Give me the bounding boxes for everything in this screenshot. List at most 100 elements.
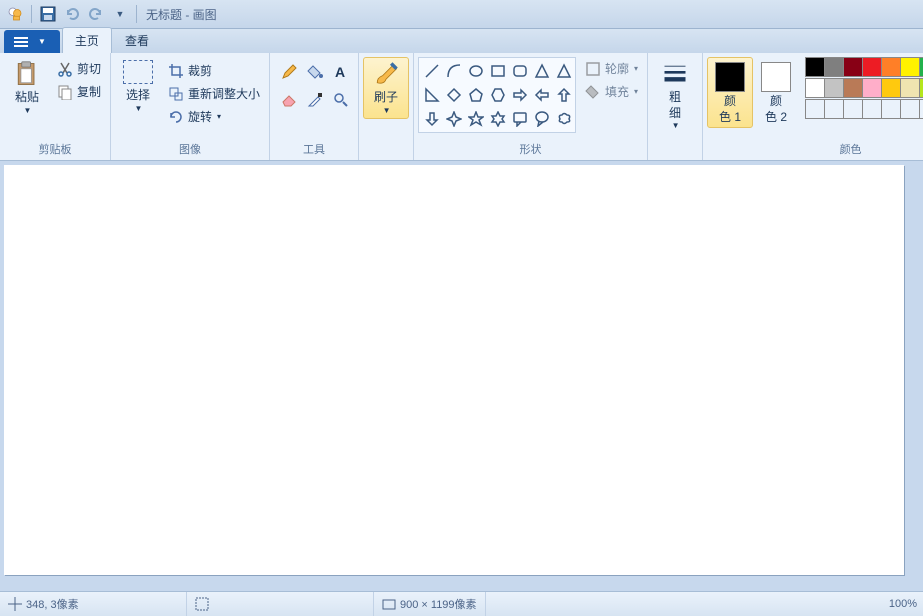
select-label: 选择 bbox=[126, 88, 150, 104]
palette-swatch[interactable] bbox=[900, 78, 920, 98]
palette-swatch[interactable] bbox=[805, 78, 825, 98]
palette-swatch[interactable] bbox=[805, 57, 825, 77]
palette-swatch[interactable] bbox=[862, 78, 882, 98]
shape-triangle[interactable] bbox=[552, 59, 576, 83]
shape-callout-cloud[interactable] bbox=[552, 107, 576, 131]
shape-line[interactable] bbox=[420, 59, 444, 83]
redo-button[interactable] bbox=[85, 3, 107, 25]
qat-customize-dropdown[interactable]: ▼ bbox=[109, 3, 131, 25]
shape-righttri[interactable] bbox=[420, 83, 444, 107]
group-clipboard-label: 剪贴板 bbox=[4, 139, 106, 160]
color1-swatch bbox=[715, 62, 745, 92]
shape-arrow-right[interactable] bbox=[508, 83, 532, 107]
dimensions-icon bbox=[382, 597, 396, 611]
file-tab[interactable]: ▼ bbox=[4, 30, 60, 53]
resize-button[interactable]: 重新调整大小 bbox=[163, 82, 265, 105]
select-button[interactable]: 选择 ▼ bbox=[115, 57, 161, 117]
shapes-gallery[interactable] bbox=[418, 57, 576, 133]
brushes-button[interactable]: 刷子 ▼ bbox=[363, 57, 409, 119]
palette-swatch[interactable] bbox=[919, 78, 923, 98]
magnifier-tool[interactable] bbox=[328, 87, 354, 113]
shape-callout-rect[interactable] bbox=[508, 107, 532, 131]
shape-pentagon[interactable] bbox=[464, 83, 488, 107]
fill-tool[interactable] bbox=[302, 59, 328, 85]
shape-arrow-down[interactable] bbox=[420, 107, 444, 131]
shape-polygon[interactable] bbox=[530, 59, 554, 83]
size-button[interactable]: 粗 细 ▼ bbox=[652, 57, 698, 135]
copy-button[interactable]: 复制 bbox=[52, 80, 106, 103]
palette-swatch[interactable] bbox=[919, 57, 923, 77]
chevron-down-icon: ▼ bbox=[383, 106, 391, 116]
group-size: 粗 细 ▼ bbox=[648, 53, 703, 160]
picker-tool[interactable] bbox=[302, 87, 328, 113]
palette-swatch[interactable] bbox=[881, 57, 901, 77]
palette-swatch[interactable] bbox=[805, 99, 825, 119]
shape-rect[interactable] bbox=[486, 59, 510, 83]
shape-star4[interactable] bbox=[442, 107, 466, 131]
palette-swatch[interactable] bbox=[900, 99, 920, 119]
shape-curve[interactable] bbox=[442, 59, 466, 83]
group-brushes-label bbox=[363, 155, 409, 160]
tabbar: ▼ 主页 查看 bbox=[0, 29, 923, 53]
undo-button[interactable] bbox=[61, 3, 83, 25]
palette-swatch[interactable] bbox=[881, 78, 901, 98]
chevron-down-icon: ▼ bbox=[38, 37, 46, 46]
svg-text:A: A bbox=[335, 64, 345, 80]
shape-diamond[interactable] bbox=[442, 83, 466, 107]
copy-label: 复制 bbox=[77, 83, 101, 100]
shape-star6[interactable] bbox=[486, 107, 510, 131]
shape-arrow-up[interactable] bbox=[552, 83, 576, 107]
size-label: 粗 细 bbox=[669, 90, 681, 121]
cut-button[interactable]: 剪切 bbox=[52, 57, 106, 80]
tab-view[interactable]: 查看 bbox=[112, 27, 162, 53]
palette-swatch[interactable] bbox=[824, 57, 844, 77]
tab-home[interactable]: 主页 bbox=[62, 27, 112, 53]
shape-callout-round[interactable] bbox=[530, 107, 554, 131]
palette-swatch[interactable] bbox=[843, 57, 863, 77]
group-colors-label: 颜色 bbox=[707, 139, 923, 160]
color1-button[interactable]: 颜 色 1 bbox=[707, 57, 753, 128]
chevron-down-icon: ▾ bbox=[217, 112, 221, 121]
palette-swatch[interactable] bbox=[843, 78, 863, 98]
paste-button[interactable]: 粘贴 ▼ bbox=[4, 57, 50, 119]
shape-arrow-left[interactable] bbox=[530, 83, 554, 107]
pencil-tool[interactable] bbox=[276, 59, 302, 85]
palette-swatch[interactable] bbox=[881, 99, 901, 119]
text-tool[interactable]: A bbox=[328, 59, 354, 85]
ribbon: 粘贴 ▼ 剪切 复制 剪贴板 选择 ▼ bbox=[0, 53, 923, 161]
rotate-button[interactable]: 旋转 ▾ bbox=[163, 105, 265, 128]
palette-row-1 bbox=[805, 57, 923, 77]
resize-label: 重新调整大小 bbox=[188, 85, 260, 102]
rotate-label: 旋转 bbox=[188, 108, 212, 125]
palette-swatch[interactable] bbox=[900, 57, 920, 77]
shape-roundrect[interactable] bbox=[508, 59, 532, 83]
palette-swatch[interactable] bbox=[862, 99, 882, 119]
file-menu-icon bbox=[14, 36, 28, 48]
crop-button[interactable]: 裁剪 bbox=[163, 59, 265, 82]
palette-row-2 bbox=[805, 78, 923, 98]
canvas-area[interactable] bbox=[0, 161, 923, 591]
save-button[interactable] bbox=[37, 3, 59, 25]
color2-swatch bbox=[761, 62, 791, 92]
group-tools: A 工具 bbox=[270, 53, 359, 160]
shape-oval[interactable] bbox=[464, 59, 488, 83]
palette-swatch[interactable] bbox=[862, 57, 882, 77]
shape-hexagon[interactable] bbox=[486, 83, 510, 107]
palette-swatch[interactable] bbox=[919, 99, 923, 119]
selection-icon bbox=[195, 597, 209, 611]
chevron-down-icon: ▼ bbox=[24, 106, 32, 116]
color2-button[interactable]: 颜 色 2 bbox=[753, 57, 799, 128]
status-coords: 348, 3像素 bbox=[0, 592, 187, 616]
fill-button[interactable]: 填充▾ bbox=[580, 80, 643, 103]
palette-swatch[interactable] bbox=[824, 99, 844, 119]
group-clipboard: 粘贴 ▼ 剪切 复制 剪贴板 bbox=[0, 53, 111, 160]
color2-label: 颜 色 2 bbox=[765, 94, 787, 125]
app-icon[interactable] bbox=[4, 3, 26, 25]
canvas[interactable] bbox=[4, 165, 904, 575]
outline-button[interactable]: 轮廓▾ bbox=[580, 57, 643, 80]
eraser-tool[interactable] bbox=[276, 87, 302, 113]
group-shapes: 轮廓▾ 填充▾ 形状 bbox=[414, 53, 648, 160]
shape-star5[interactable] bbox=[464, 107, 488, 131]
palette-swatch[interactable] bbox=[824, 78, 844, 98]
palette-swatch[interactable] bbox=[843, 99, 863, 119]
